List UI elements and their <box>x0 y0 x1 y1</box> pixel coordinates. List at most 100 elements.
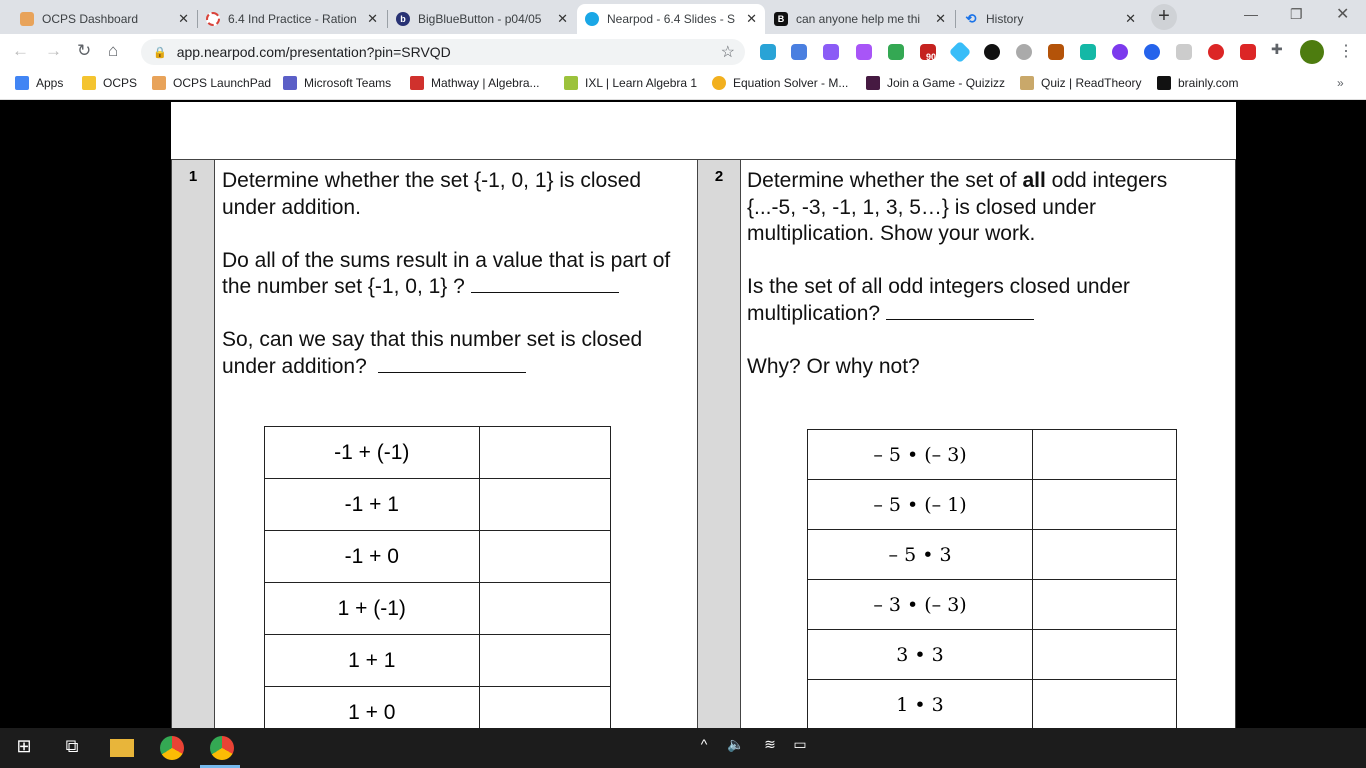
extension-icon[interactable] <box>984 44 1000 60</box>
minimize-button[interactable]: — <box>1244 6 1258 22</box>
apps-icon <box>15 76 29 90</box>
home-button[interactable]: ⌂ <box>108 41 118 61</box>
menu-icon[interactable]: ⋮ <box>1338 41 1354 61</box>
answer-cell[interactable] <box>1032 579 1177 630</box>
forward-button[interactable]: → <box>45 41 62 61</box>
bookmark-ocps-launchpad[interactable]: OCPS LaunchPad <box>152 76 271 90</box>
chrome-active-icon[interactable] <box>210 736 234 760</box>
tab-title: can anyone help me thi <box>796 12 921 26</box>
answer-blank[interactable] <box>470 275 619 293</box>
windows-start-icon[interactable]: ⊞ <box>12 736 36 760</box>
tab-ocps-dashboard[interactable]: OCPS Dashboard ✕ <box>12 4 197 34</box>
extension-icon[interactable] <box>823 44 839 60</box>
bookmark-mathway[interactable]: Mathway | Algebra... <box>410 76 540 90</box>
adblock-icon[interactable] <box>1208 44 1224 60</box>
folder-icon <box>82 76 96 90</box>
close-icon[interactable]: ✕ <box>1125 11 1136 27</box>
mathway-icon <box>410 76 424 90</box>
tab-nearpod[interactable]: Nearpod - 6.4 Slides - S ✕ <box>577 4 765 34</box>
extension-icon[interactable] <box>948 40 972 64</box>
show-hidden-icons[interactable]: ^ <box>692 736 716 760</box>
bookmark-equation-solver[interactable]: Equation Solver - M... <box>712 76 848 90</box>
puzzle-icon[interactable]: ✚ <box>1271 41 1287 57</box>
answer-cell[interactable] <box>1032 679 1177 728</box>
answer-cell[interactable] <box>1032 479 1177 530</box>
answer-cell[interactable] <box>478 634 612 687</box>
answer-cell[interactable] <box>1032 529 1177 580</box>
tab-bar: OCPS Dashboard ✕ 6.4 Ind Practice - Ratio… <box>0 0 1366 34</box>
close-icon[interactable]: ✕ <box>557 11 568 27</box>
restore-button[interactable]: ❐ <box>1290 6 1303 23</box>
table-row: 1 + 1 <box>264 634 612 687</box>
answer-blank[interactable] <box>378 355 527 373</box>
close-icon[interactable]: ✕ <box>746 11 757 27</box>
more-bookmarks-button[interactable]: » <box>1337 76 1344 90</box>
question-text: Why? Or why not? <box>747 354 920 378</box>
question-number: 2 <box>697 160 741 728</box>
answer-cell[interactable] <box>1032 429 1177 480</box>
extension-icon[interactable] <box>1144 44 1160 60</box>
teams-icon <box>283 76 297 90</box>
bookmark-brainly[interactable]: brainly.com <box>1157 76 1238 90</box>
back-button[interactable]: ← <box>12 41 29 61</box>
answer-cell[interactable] <box>478 686 612 728</box>
extension-icon[interactable] <box>1112 44 1128 60</box>
table-row: 1 + (-1) <box>264 582 612 635</box>
ixl-icon <box>564 76 578 90</box>
bookmark-quizizz[interactable]: Join a Game - Quizizz <box>866 76 1005 90</box>
volume-icon[interactable]: 🔈 <box>724 736 748 760</box>
close-icon[interactable]: ✕ <box>178 11 189 27</box>
table-row: – 5 • 3 <box>806 529 1177 580</box>
table-row: – 5 • (– 3) <box>806 429 1177 480</box>
reload-button[interactable]: ↻ <box>77 41 91 61</box>
extension-icon[interactable] <box>1016 44 1032 60</box>
expression-cell: – 5 • (– 3) <box>806 429 1034 480</box>
bookmark-teams[interactable]: Microsoft Teams <box>283 76 391 90</box>
addition-table: -1 + (-1) -1 + 1 -1 + 01 + (-1) 1 + 11 + 0 <box>264 426 612 728</box>
close-icon[interactable]: ✕ <box>367 11 378 27</box>
extension-icon[interactable] <box>1080 44 1096 60</box>
avatar[interactable] <box>1300 40 1324 64</box>
ocps-icon <box>20 12 34 26</box>
address-bar[interactable]: 🔒 app.nearpod.com/presentation?pin=SRVQD ☆ <box>141 39 745 65</box>
answer-cell[interactable] <box>478 530 612 583</box>
table-row: 1 • 3 <box>806 679 1177 728</box>
gmail-extension-icon[interactable]: 90 <box>920 44 936 62</box>
extension-icon[interactable] <box>1240 44 1256 60</box>
extension-icon[interactable] <box>856 44 872 60</box>
tab-brainly[interactable]: Bcan anyone help me thi ✕ <box>766 4 954 34</box>
new-tab-button[interactable]: + <box>1151 4 1177 30</box>
wifi-icon[interactable]: ≋ <box>758 736 782 760</box>
tab-title: History <box>986 12 1024 26</box>
answer-cell[interactable] <box>478 478 612 531</box>
file-explorer-icon[interactable] <box>110 739 134 757</box>
answer-blank[interactable] <box>885 302 1034 320</box>
extension-icon[interactable] <box>760 44 776 60</box>
expression-cell: – 3 • (– 3) <box>806 579 1034 630</box>
close-icon[interactable]: ✕ <box>935 11 946 27</box>
tab-ind-practice[interactable]: 6.4 Ind Practice - Ration ✕ <box>198 4 386 34</box>
table-row: – 3 • (– 3) <box>806 579 1177 630</box>
chrome-icon[interactable] <box>160 736 184 760</box>
extension-icon[interactable] <box>1048 44 1064 60</box>
tab-title: OCPS Dashboard <box>42 12 139 26</box>
table-row: – 5 • (– 1) <box>806 479 1177 530</box>
tab-history[interactable]: ⟲ History ✕ <box>956 4 1144 34</box>
expression-cell: -1 + (-1) <box>264 426 480 479</box>
bookmark-ixl[interactable]: IXL | Learn Algebra 1 <box>564 76 697 90</box>
battery-icon[interactable]: ▭ <box>788 736 812 760</box>
answer-cell[interactable] <box>478 582 612 635</box>
close-window-button[interactable]: ✕ <box>1336 4 1349 24</box>
lock-icon: 🔒 <box>153 46 167 59</box>
bookmark-ocps[interactable]: OCPS <box>82 76 137 90</box>
tab-bigbluebutton[interactable]: b BigBlueButton - p04/05 ✕ <box>388 4 576 34</box>
translate-extension-icon[interactable] <box>791 44 807 60</box>
answer-cell[interactable] <box>1032 629 1177 680</box>
bookmark-star-icon[interactable]: ☆ <box>721 42 735 62</box>
answer-cell[interactable] <box>478 426 612 479</box>
bookmark-readtheory[interactable]: Quiz | ReadTheory <box>1020 76 1142 90</box>
drive-extension-icon[interactable] <box>888 44 904 60</box>
extension-icon[interactable] <box>1176 44 1192 60</box>
bookmark-apps[interactable]: Apps <box>15 76 63 90</box>
task-view-icon[interactable]: ⧉ <box>60 736 84 760</box>
